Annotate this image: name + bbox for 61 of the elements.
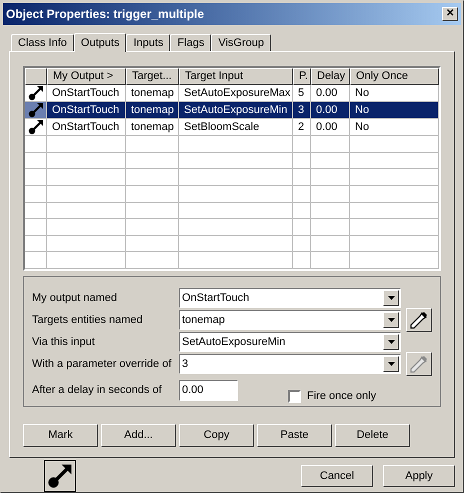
field-label: Targets entities named xyxy=(32,312,144,328)
table-cell: tonemap xyxy=(126,102,179,118)
table-cell: 5 xyxy=(293,85,311,102)
dialog-button[interactable]: Cancel xyxy=(301,465,373,487)
dropdown-field[interactable]: OnStartTouch xyxy=(179,288,401,308)
dialog-button[interactable]: Apply xyxy=(383,465,455,487)
table-row[interactable]: OnStartTouch tonemap SetBloomScale 2 0.00 No xyxy=(25,119,439,136)
connection-icon xyxy=(28,119,44,136)
connection-icon xyxy=(28,85,44,102)
connection-icon xyxy=(28,102,44,118)
column-header[interactable]: P. xyxy=(293,68,311,86)
field-label: After a delay in seconds of xyxy=(32,382,163,398)
column-header[interactable]: Only Once xyxy=(350,68,439,86)
delay-field[interactable]: 0.00 xyxy=(179,380,238,401)
dropdown-field[interactable]: tonemap xyxy=(179,310,401,330)
eyedropper-icon xyxy=(410,355,428,374)
dropdown-field[interactable]: SetAutoExposureMin xyxy=(179,332,401,352)
table-cell: OnStartTouch xyxy=(47,102,126,118)
table-cell: 0.00 xyxy=(311,119,350,136)
table-cell: tonemap xyxy=(126,119,179,136)
column-header[interactable]: Delay xyxy=(311,68,350,86)
checkbox[interactable] xyxy=(288,390,301,403)
column-header[interactable]: Target Input xyxy=(179,68,293,86)
table-cell: SetBloomScale xyxy=(179,119,293,136)
action-button[interactable]: Add... xyxy=(101,424,176,448)
action-button[interactable]: Paste xyxy=(257,424,332,448)
table-row[interactable]: OnStartTouch tonemap SetAutoExposureMin 3 0.00 No xyxy=(25,102,439,120)
field-label: Via this input xyxy=(32,334,96,350)
table-cell: SetAutoExposureMax xyxy=(179,85,293,102)
tab[interactable]: Outputs xyxy=(74,33,126,52)
table-cell: 3 xyxy=(293,102,311,118)
tab[interactable]: Inputs xyxy=(126,34,170,52)
field-label: With a parameter override of xyxy=(32,356,172,372)
column-header[interactable]: Target... xyxy=(126,68,179,86)
column-header[interactable]: My Output > xyxy=(47,68,126,86)
close-button[interactable]: ✕ xyxy=(442,6,458,21)
action-button[interactable]: Delete xyxy=(335,424,410,448)
table-cell: 0.00 xyxy=(311,102,350,118)
caret-icon xyxy=(388,296,394,300)
checkbox-label: Fire once only xyxy=(307,388,376,404)
tab[interactable]: Class Info xyxy=(11,34,74,52)
table-cell: OnStartTouch xyxy=(47,119,126,136)
window-title: Object Properties: trigger_multiple xyxy=(6,6,206,23)
action-button[interactable]: Copy xyxy=(179,424,254,448)
tab[interactable]: Flags xyxy=(170,34,212,52)
action-button[interactable]: Mark xyxy=(23,424,98,448)
eyedropper-button[interactable] xyxy=(406,308,432,332)
table-cell: 0.00 xyxy=(311,85,350,102)
table-cell: No xyxy=(350,119,439,136)
field-label: My output named xyxy=(32,290,118,306)
table-cell: tonemap xyxy=(126,85,179,102)
caret-icon xyxy=(388,340,394,344)
table-cell: No xyxy=(350,85,439,102)
table-cell: SetAutoExposureMin xyxy=(179,102,293,118)
caret-icon xyxy=(388,318,394,322)
caret-icon xyxy=(388,362,394,366)
table-cell: No xyxy=(350,102,439,118)
table-cell: 2 xyxy=(293,119,311,136)
eyedropper-icon xyxy=(410,311,428,330)
table-cell: OnStartTouch xyxy=(47,85,126,102)
tab[interactable]: VisGroup xyxy=(211,34,271,52)
